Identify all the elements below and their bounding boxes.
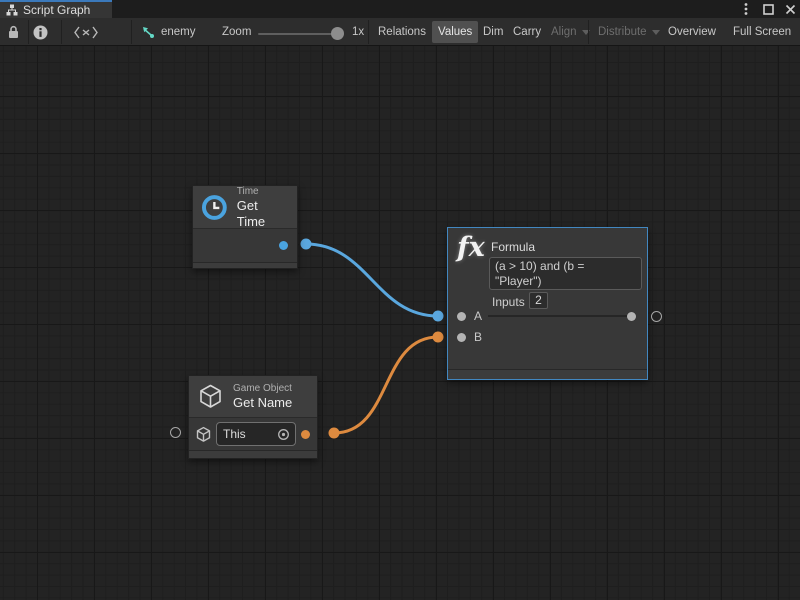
inputs-label: Inputs	[492, 295, 525, 309]
inspect-code-button[interactable]	[74, 21, 98, 43]
values-toggle[interactable]: Values	[432, 21, 478, 43]
cube-icon	[195, 426, 212, 443]
info-button[interactable]	[33, 21, 48, 43]
node-get-time-body	[193, 229, 297, 262]
node-title: Get Name	[233, 395, 292, 411]
relation-line	[488, 315, 631, 317]
node-get-name-header: Game Object Get Name	[189, 376, 317, 418]
title-bar: Script Graph	[0, 0, 800, 18]
graph-breadcrumb[interactable]: enemy	[141, 21, 196, 43]
game-object-target-field[interactable]: This	[216, 422, 296, 446]
lock-icon	[7, 25, 20, 39]
distribute-dropdown[interactable]: Distribute	[592, 21, 666, 43]
window-menu-icon[interactable]	[738, 1, 754, 17]
formula-input-a-port[interactable]	[457, 312, 466, 321]
graph-toolbar: enemy Zoom 1x Relations Values Dim Carry…	[0, 18, 800, 46]
script-graph-window: Script Graph	[0, 0, 800, 600]
formula-output-unconnected-port[interactable]	[651, 311, 662, 322]
node-get-time-header: Time Get Time	[193, 186, 297, 229]
clock-icon	[201, 194, 228, 221]
overview-button[interactable]: Overview	[662, 21, 722, 43]
zoom-slider-handle[interactable]	[331, 27, 344, 40]
graph-asset-icon	[141, 26, 155, 39]
tab-title: Script Graph	[23, 3, 90, 17]
game-object-cube-icon	[197, 383, 224, 410]
tab-script-graph[interactable]: Script Graph	[0, 0, 112, 18]
object-picker-icon[interactable]	[277, 428, 290, 441]
node-category: Game Object	[233, 382, 292, 395]
get-time-output-port[interactable]	[279, 241, 288, 250]
carry-toggle[interactable]: Carry	[507, 21, 547, 43]
node-formula[interactable]: fx Formula (a > 10) and (b = "Player") I…	[447, 227, 648, 380]
node-title: Get Time	[237, 198, 289, 230]
relations-toggle[interactable]: Relations	[372, 21, 432, 43]
graph-name: enemy	[161, 26, 196, 38]
info-icon	[33, 25, 48, 40]
formula-input-b-port[interactable]	[457, 333, 466, 342]
node-title: Formula	[491, 240, 535, 254]
get-name-output-port[interactable]	[301, 430, 310, 439]
window-maximize-icon[interactable]	[760, 1, 776, 17]
node-formula-footer	[448, 369, 647, 379]
node-get-name-body: This	[189, 418, 317, 450]
lock-button[interactable]	[7, 21, 20, 43]
window-close-icon[interactable]	[782, 1, 798, 17]
zoom-value: 1x	[352, 21, 364, 43]
formula-input-a-label: A	[474, 309, 482, 323]
code-icon	[74, 26, 98, 39]
node-get-time[interactable]: Time Get Time	[192, 185, 298, 269]
window-controls	[738, 0, 798, 18]
formula-input-b-label: B	[474, 330, 482, 344]
node-get-name-footer	[189, 450, 317, 458]
dim-toggle[interactable]: Dim	[477, 21, 509, 43]
zoom-label: Zoom	[222, 21, 251, 43]
graph-canvas[interactable]	[0, 46, 800, 600]
chevron-down-icon	[652, 30, 660, 35]
node-get-name[interactable]: Game Object Get Name This	[188, 375, 318, 459]
target-field-value: This	[223, 427, 246, 441]
formula-expression-input[interactable]: (a > 10) and (b = "Player")	[489, 257, 642, 290]
inputs-count-input[interactable]: 2	[529, 292, 548, 309]
node-get-time-footer	[193, 262, 297, 268]
node-category: Time	[237, 185, 289, 198]
fullscreen-button[interactable]: Full Screen	[727, 21, 797, 43]
formula-output-port[interactable]	[627, 312, 636, 321]
formula-fx-icon: fx	[457, 232, 485, 263]
graph-tab-icon	[6, 4, 18, 16]
get-name-input-unconnected-port[interactable]	[170, 427, 181, 438]
